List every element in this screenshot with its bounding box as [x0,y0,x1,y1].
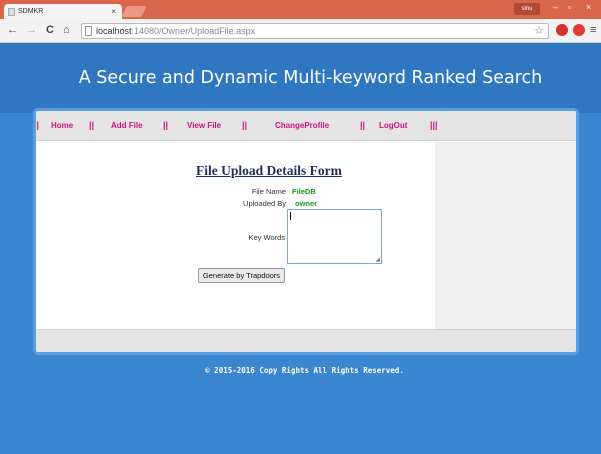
back-icon[interactable]: ← [7,24,18,36]
browser-titlebar: SDMKR × sinu – ▫ × [0,0,601,20]
profile-badge[interactable]: sinu [514,3,540,15]
generate-trapdoors-button[interactable]: Generate by Trapdoors [198,268,285,283]
browser-toolbar: ← → C ⌂ localhost:14080/Owner/UploadFile… [0,19,601,43]
keywords-label: Key Words [248,233,285,242]
copyright-text: © 2015-2016 Copy Rights All Rights Reser… [205,366,404,375]
minimize-icon[interactable]: – [553,2,558,12]
menu-icon[interactable]: ≡ [590,24,596,36]
address-bar[interactable]: localhost:14080/Owner/UploadFile.aspx ☆ [81,23,549,39]
file-name-label: File Name [251,187,286,196]
nav-menu: || Home || Add File || View File || Chan… [36,111,576,141]
right-pane [435,142,576,329]
main-container: || Home || Add File || View File || Chan… [33,108,579,355]
uploaded-by-label: Uploaded By [243,199,286,208]
nav-separator: || [242,120,248,130]
nav-change-profile[interactable]: ChangeProfile [275,121,329,130]
text-caret [290,212,291,220]
site-title: A Secure and Dynamic Multi-keyword Ranke… [78,68,543,88]
page-icon [85,26,92,36]
nav-separator: || [163,120,169,130]
nav-logout[interactable]: LogOut [379,121,407,130]
file-name-value: FileDB [292,187,316,196]
content-footer-bar [36,329,576,352]
page-favicon-icon [8,8,15,16]
url-host: localhost [96,26,132,36]
nav-separator: || [360,120,366,130]
tab-close-icon[interactable]: × [111,7,116,16]
new-tab-button[interactable] [121,6,147,17]
tab-title: SDMKR [18,8,44,15]
restore-icon[interactable]: ▫ [568,2,571,12]
forward-icon[interactable]: → [26,24,37,36]
nav-view-file[interactable]: View File [187,121,221,130]
resize-grip-icon[interactable]: ◢ [375,256,380,263]
nav-separator: || [34,120,40,130]
nav-separator: ||| [430,120,438,130]
nav-separator: || [89,120,95,130]
nav-add-file[interactable]: Add File [111,121,143,130]
url-path: :14080/Owner/UploadFile.aspx [131,26,256,36]
opera-icon[interactable] [556,24,568,36]
nav-home[interactable]: Home [51,121,73,130]
bookmark-star-icon[interactable]: ☆ [534,24,544,37]
form-title: File Upload Details Form [196,163,342,178]
keywords-textarea[interactable]: ◢ [287,209,382,264]
uploaded-by-value: owner [295,199,318,208]
browser-tab[interactable]: SDMKR × [4,4,122,20]
reload-icon[interactable]: C [46,24,54,36]
window-close-icon[interactable]: × [586,2,591,12]
adblock-icon[interactable] [573,24,585,36]
home-icon[interactable]: ⌂ [63,24,70,36]
